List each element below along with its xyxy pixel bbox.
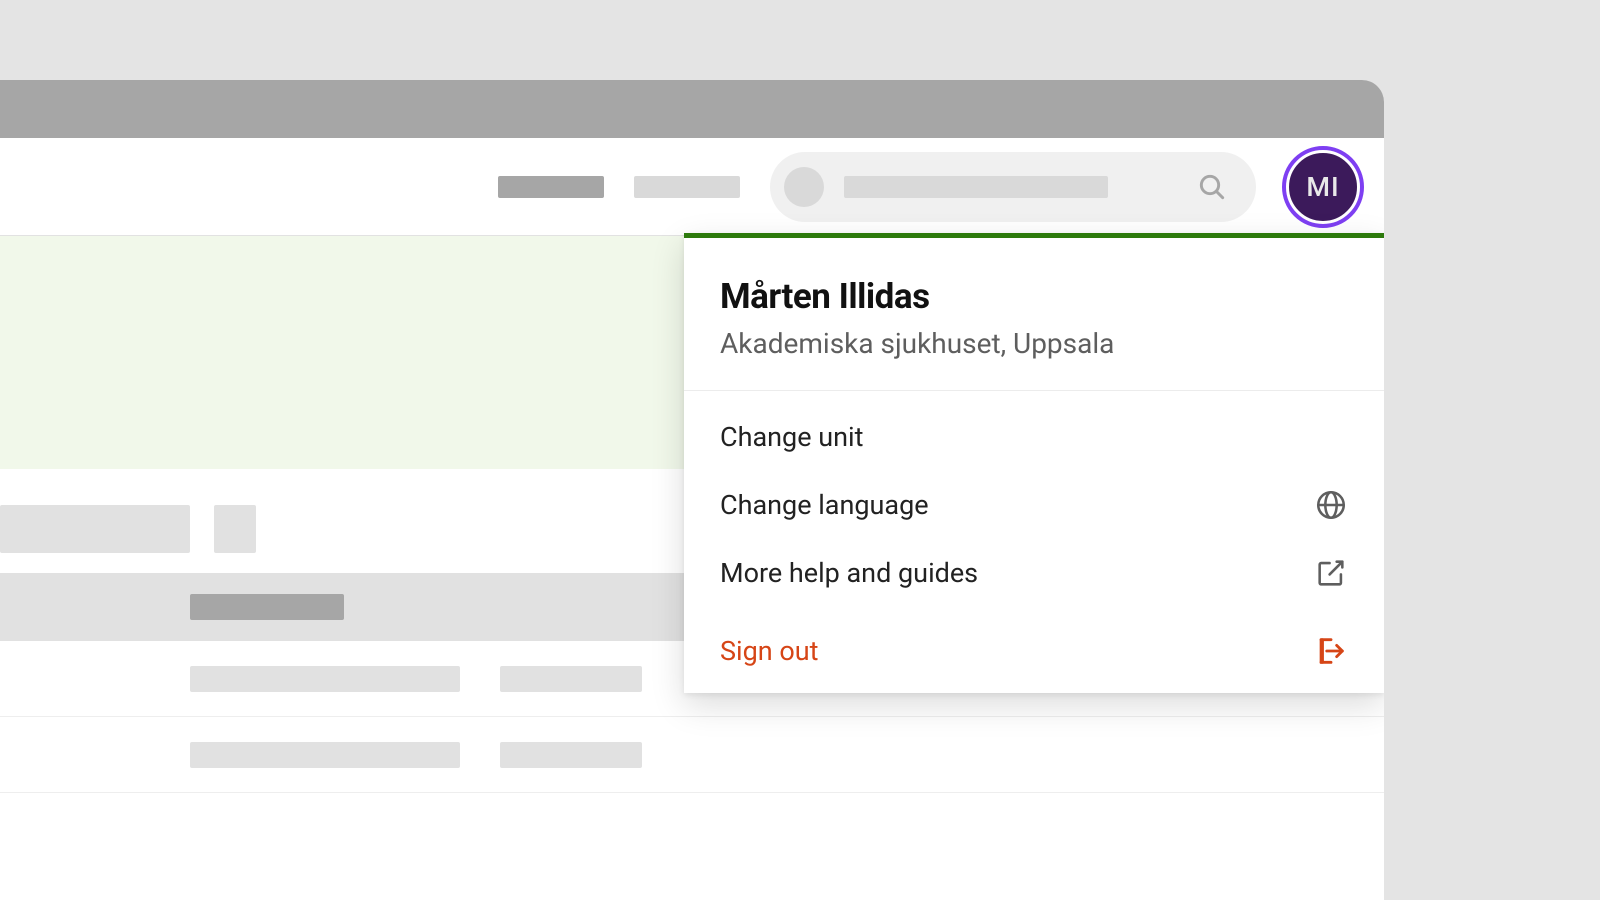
skeleton-block <box>214 505 256 553</box>
window-titlebar <box>0 80 1384 138</box>
skeleton-block <box>190 594 344 620</box>
menu-item-label: Sign out <box>720 635 818 667</box>
user-menu-header: Mårten Illidas Akademiska sjukhuset, Upp… <box>684 238 1384 391</box>
tab-active[interactable] <box>498 176 604 198</box>
avatar[interactable]: MI <box>1286 150 1360 224</box>
user-menu-items: Change unit Change language More help an <box>684 391 1384 625</box>
sign-out-icon <box>1314 634 1348 668</box>
app-header: MI <box>0 138 1384 236</box>
user-menu-dropdown: Mårten Illidas Akademiska sjukhuset, Upp… <box>684 233 1384 693</box>
search-icon[interactable] <box>1196 171 1228 203</box>
external-link-icon <box>1314 556 1348 590</box>
skeleton-block <box>500 666 642 692</box>
app-body: Mårten Illidas Akademiska sjukhuset, Upp… <box>0 236 1384 900</box>
skeleton-block <box>0 505 190 553</box>
menu-change-unit[interactable]: Change unit <box>684 403 1384 471</box>
skeleton-block <box>500 742 642 768</box>
user-name: Mårten Illidas <box>720 276 1348 317</box>
avatar-initials: MI <box>1306 171 1339 203</box>
menu-item-label: Change unit <box>720 421 863 453</box>
search-avatar-placeholder <box>784 167 824 207</box>
search-bar[interactable] <box>770 152 1256 222</box>
menu-item-label: More help and guides <box>720 557 978 589</box>
skeleton-table-row <box>0 717 1384 793</box>
skeleton-block <box>190 742 460 768</box>
menu-item-label: Change language <box>720 489 929 521</box>
menu-sign-out[interactable]: Sign out <box>684 625 1384 693</box>
globe-icon <box>1314 488 1348 522</box>
user-organization: Akademiska sjukhuset, Uppsala <box>720 327 1348 360</box>
menu-change-language[interactable]: Change language <box>684 471 1384 539</box>
skeleton-block <box>190 666 460 692</box>
app-window: MI Mårten Illidas Akadem <box>0 80 1384 900</box>
header-tabs <box>498 176 740 198</box>
menu-more-help[interactable]: More help and guides <box>684 539 1384 607</box>
tab-inactive[interactable] <box>634 176 740 198</box>
search-text-placeholder <box>844 176 1108 198</box>
